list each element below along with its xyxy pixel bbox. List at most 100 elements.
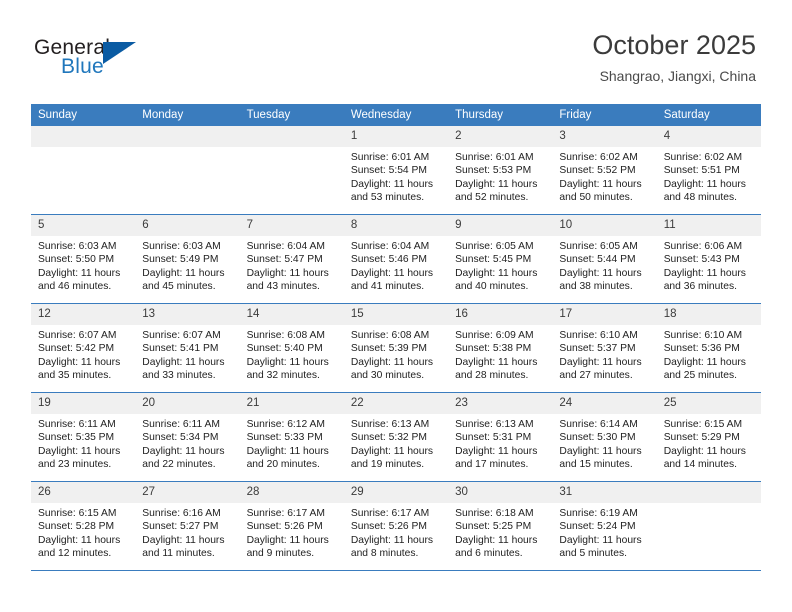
calendar-day-cell[interactable]: 10 Sunrise: 6:05 AM Sunset: 5:44 PM Dayligh…	[552, 214, 657, 304]
calendar-day-cell[interactable]: 30 Sunrise: 6:18 AM Sunset: 5:25 PM Dayligh…	[448, 481, 553, 571]
day-cell-inner: 22 Sunrise: 6:13 AM Sunset: 5:32 PM Dayligh…	[343, 393, 449, 481]
day-details: Sunrise: 6:09 AM Sunset: 5:38 PM Daylight:…	[448, 325, 552, 383]
day-number: 11	[656, 215, 761, 236]
daylight-text-line2: and 30 minutes.	[350, 370, 425, 382]
day-cell-inner: 14 Sunrise: 6:08 AM Sunset: 5:40 PM Dayligh…	[239, 304, 344, 392]
daylight-text-line2: and 27 minutes.	[559, 370, 633, 382]
calendar-day-cell[interactable]: 12 Sunrise: 6:07 AM Sunset: 5:42 PM Dayligh…	[31, 303, 136, 393]
calendar-day-cell[interactable]: 21 Sunrise: 6:12 AM Sunset: 5:33 PM Dayligh…	[239, 392, 344, 482]
daylight-text-line1: Daylight: 11 hours	[663, 267, 746, 279]
day-number: 22	[343, 393, 449, 414]
sunset-text: Sunset: 5:34 PM	[142, 432, 219, 444]
calendar-day-cell[interactable]: 3 Sunrise: 6:02 AM Sunset: 5:52 PM Daylight…	[552, 126, 657, 215]
sunrise-text: Sunrise: 6:11 AM	[142, 419, 220, 430]
day-cell-inner: 28 Sunrise: 6:17 AM Sunset: 5:26 PM Dayligh…	[239, 482, 344, 570]
calendar-day-cell[interactable]: 16 Sunrise: 6:09 AM Sunset: 5:38 PM Dayligh…	[448, 303, 553, 393]
calendar-day-cell[interactable]: 15 Sunrise: 6:08 AM Sunset: 5:39 PM Dayligh…	[343, 303, 449, 393]
calendar-day-cell[interactable]: 26 Sunrise: 6:15 AM Sunset: 5:28 PM Dayligh…	[31, 481, 136, 571]
day-cell-inner: 2 Sunrise: 6:01 AM Sunset: 5:53 PM Daylight…	[448, 126, 553, 214]
sunrise-text: Sunrise: 6:02 AM	[559, 152, 638, 163]
daylight-text-line1: Daylight: 11 hours	[663, 178, 746, 190]
daylight-text-line1: Daylight: 11 hours	[663, 445, 746, 457]
day-cell-inner: 9 Sunrise: 6:05 AM Sunset: 5:45 PM Daylight…	[448, 215, 553, 303]
calendar-day-cell[interactable]: 23 Sunrise: 6:13 AM Sunset: 5:31 PM Dayligh…	[448, 392, 553, 482]
page-header: General Blue October 2025 Shangrao, Jian…	[0, 0, 792, 104]
calendar-day-cell[interactable]: 25 Sunrise: 6:15 AM Sunset: 5:29 PM Dayligh…	[656, 392, 761, 482]
day-number: 8	[343, 215, 449, 236]
sunrise-text: Sunrise: 6:17 AM	[350, 508, 430, 519]
daylight-text-line2: and 50 minutes.	[559, 192, 633, 204]
daylight-text-line1: Daylight: 11 hours	[350, 267, 434, 279]
day-details: Sunrise: 6:19 AM Sunset: 5:24 PM Daylight:…	[552, 503, 656, 561]
day-details: Sunrise: 6:13 AM Sunset: 5:32 PM Daylight:…	[344, 414, 448, 472]
day-cell-inner: 12 Sunrise: 6:07 AM Sunset: 5:42 PM Dayligh…	[31, 304, 136, 392]
weekday-header-sunday: Sunday	[31, 104, 136, 126]
calendar-day-cell[interactable]: 5 Sunrise: 6:03 AM Sunset: 5:50 PM Daylight…	[31, 214, 136, 304]
day-cell-inner	[656, 482, 761, 570]
day-details: Sunrise: 6:02 AM Sunset: 5:51 PM Daylight:…	[657, 147, 761, 205]
logo-triangle-icon	[103, 42, 136, 64]
day-cell-inner: 20 Sunrise: 6:11 AM Sunset: 5:34 PM Dayligh…	[135, 393, 240, 481]
calendar-day-cell[interactable]: 7 Sunrise: 6:04 AM Sunset: 5:47 PM Daylight…	[239, 214, 344, 304]
daylight-text-line2: and 48 minutes.	[663, 192, 737, 204]
day-details: Sunrise: 6:03 AM Sunset: 5:50 PM Daylight:…	[31, 236, 135, 294]
sunrise-text: Sunrise: 6:04 AM	[350, 241, 430, 252]
day-cell-inner: 30 Sunrise: 6:18 AM Sunset: 5:25 PM Dayligh…	[448, 482, 553, 570]
day-number: 12	[31, 304, 136, 325]
day-cell-inner	[31, 126, 136, 214]
daylight-text-line2: and 25 minutes.	[663, 370, 737, 382]
sunset-text: Sunset: 5:40 PM	[246, 343, 323, 355]
sunrise-text: Sunrise: 6:04 AM	[246, 241, 325, 252]
calendar-day-cell[interactable]: 28 Sunrise: 6:17 AM Sunset: 5:26 PM Dayligh…	[239, 481, 344, 571]
day-cell-inner: 18 Sunrise: 6:10 AM Sunset: 5:36 PM Dayligh…	[656, 304, 761, 392]
calendar-day-cell[interactable]: 8 Sunrise: 6:04 AM Sunset: 5:46 PM Daylight…	[343, 214, 449, 304]
day-details: Sunrise: 6:04 AM Sunset: 5:47 PM Daylight:…	[240, 236, 344, 294]
title-block: October 2025 Shangrao, Jiangxi, China	[592, 28, 756, 85]
sunrise-text: Sunrise: 6:05 AM	[559, 241, 638, 252]
day-number	[656, 482, 761, 503]
calendar-day-cell[interactable]: 4 Sunrise: 6:02 AM Sunset: 5:51 PM Daylight…	[656, 126, 761, 215]
calendar-day-cell[interactable]: 1 Sunrise: 6:01 AM Sunset: 5:54 PM Daylight…	[343, 126, 449, 215]
general-blue-logo[interactable]: General Blue	[34, 36, 174, 84]
calendar-day-cell[interactable]: 20 Sunrise: 6:11 AM Sunset: 5:34 PM Dayligh…	[135, 392, 240, 482]
calendar-day-cell[interactable]: 14 Sunrise: 6:08 AM Sunset: 5:40 PM Dayligh…	[239, 303, 344, 393]
calendar-page: General Blue October 2025 Shangrao, Jian…	[0, 0, 792, 612]
day-number: 30	[448, 482, 553, 503]
sunset-text: Sunset: 5:36 PM	[663, 343, 740, 355]
sunset-text: Sunset: 5:44 PM	[559, 254, 636, 266]
sunrise-text: Sunrise: 6:07 AM	[142, 330, 221, 341]
day-cell-inner: 16 Sunrise: 6:09 AM Sunset: 5:38 PM Dayligh…	[448, 304, 553, 392]
calendar-day-cell[interactable]: 13 Sunrise: 6:07 AM Sunset: 5:41 PM Dayligh…	[135, 303, 240, 393]
sunset-text: Sunset: 5:51 PM	[663, 165, 740, 177]
calendar-day-cell[interactable]: 17 Sunrise: 6:10 AM Sunset: 5:37 PM Dayligh…	[552, 303, 657, 393]
daylight-text-line2: and 28 minutes.	[455, 370, 529, 382]
day-cell-inner: 11 Sunrise: 6:06 AM Sunset: 5:43 PM Dayligh…	[656, 215, 761, 303]
calendar-day-cell[interactable]: 22 Sunrise: 6:13 AM Sunset: 5:32 PM Dayligh…	[343, 392, 449, 482]
daylight-text-line1: Daylight: 11 hours	[350, 356, 434, 368]
day-number: 13	[135, 304, 240, 325]
sunrise-text: Sunrise: 6:06 AM	[663, 241, 743, 252]
day-number: 7	[239, 215, 344, 236]
daylight-text-line2: and 20 minutes.	[246, 459, 320, 471]
calendar-day-cell[interactable]: 24 Sunrise: 6:14 AM Sunset: 5:30 PM Dayligh…	[552, 392, 657, 482]
day-cell-inner: 4 Sunrise: 6:02 AM Sunset: 5:51 PM Daylight…	[656, 126, 761, 214]
calendar-day-cell[interactable]: 19 Sunrise: 6:11 AM Sunset: 5:35 PM Dayligh…	[31, 392, 136, 482]
day-number: 25	[656, 393, 761, 414]
day-details: Sunrise: 6:05 AM Sunset: 5:44 PM Daylight:…	[552, 236, 656, 294]
day-number: 16	[448, 304, 553, 325]
calendar-day-cell[interactable]: 11 Sunrise: 6:06 AM Sunset: 5:43 PM Dayligh…	[656, 214, 761, 304]
calendar-day-cell[interactable]: 27 Sunrise: 6:16 AM Sunset: 5:27 PM Dayligh…	[135, 481, 240, 571]
calendar-day-cell[interactable]: 9 Sunrise: 6:05 AM Sunset: 5:45 PM Daylight…	[448, 214, 553, 304]
day-details: Sunrise: 6:14 AM Sunset: 5:30 PM Daylight:…	[552, 414, 656, 472]
location-subtitle: Shangrao, Jiangxi, China	[599, 68, 756, 84]
calendar-day-cell[interactable]: 29 Sunrise: 6:17 AM Sunset: 5:26 PM Dayligh…	[343, 481, 449, 571]
calendar-day-cell[interactable]: 31 Sunrise: 6:19 AM Sunset: 5:24 PM Dayligh…	[552, 481, 657, 571]
sunrise-text: Sunrise: 6:08 AM	[350, 330, 430, 341]
day-number: 1	[343, 126, 449, 147]
calendar-day-cell[interactable]: 18 Sunrise: 6:10 AM Sunset: 5:36 PM Dayligh…	[656, 303, 761, 393]
day-details: Sunrise: 6:05 AM Sunset: 5:45 PM Daylight:…	[448, 236, 552, 294]
calendar-day-cell-empty	[239, 126, 344, 215]
calendar-day-cell[interactable]: 6 Sunrise: 6:03 AM Sunset: 5:49 PM Daylight…	[135, 214, 240, 304]
calendar-day-cell[interactable]: 2 Sunrise: 6:01 AM Sunset: 5:53 PM Daylight…	[448, 126, 553, 215]
sunset-text: Sunset: 5:28 PM	[38, 521, 115, 533]
